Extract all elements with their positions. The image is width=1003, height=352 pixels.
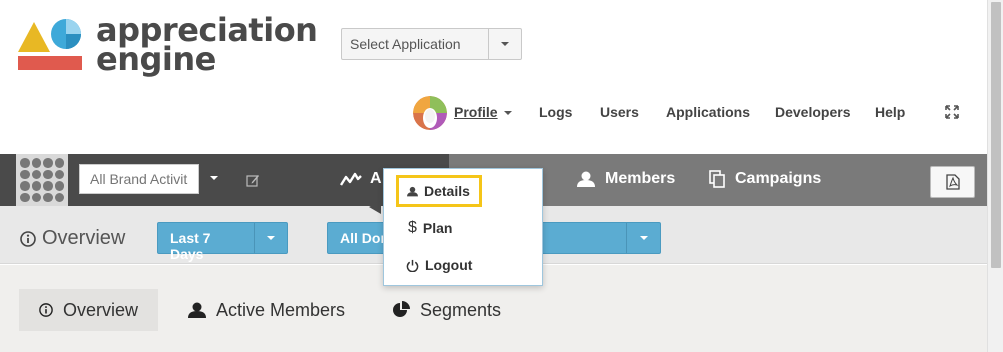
subtab-overview-label: Overview <box>62 299 138 320</box>
user-icon <box>188 302 206 318</box>
select-application-caret[interactable] <box>488 29 521 59</box>
tab-campaigns-label: Campaigns <box>735 170 822 187</box>
menu-item-plan[interactable]: $ Plan <box>408 219 452 237</box>
subtab-segments-label: Segments <box>420 299 502 320</box>
info-icon <box>20 230 36 247</box>
date-range-caret[interactable] <box>254 223 287 253</box>
copy-icon <box>709 170 725 188</box>
menu-item-plan-label: Plan <box>422 220 453 236</box>
select-application-dropdown[interactable]: Select Application <box>341 28 522 60</box>
top-header: appreciation engine Select Application P… <box>0 0 987 154</box>
tab-campaigns[interactable]: Campaigns <box>709 170 821 188</box>
nav-logs[interactable]: Logs <box>539 104 572 120</box>
fullscreen-icon[interactable] <box>945 105 959 119</box>
subtab-active-members[interactable]: Active Members <box>168 289 365 331</box>
dropdown-pointer <box>369 200 381 214</box>
chevron-down-icon <box>639 236 648 240</box>
info-icon <box>39 303 53 317</box>
logo-mark <box>18 19 82 70</box>
brand-thumbnail[interactable] <box>16 154 68 206</box>
date-range-dropdown[interactable]: Last 7 Days <box>157 222 288 262</box>
menu-item-details[interactable]: Details <box>396 175 482 207</box>
tab-activity[interactable]: A <box>340 170 382 188</box>
pie-chart-icon <box>393 301 410 317</box>
chevron-down-icon <box>267 236 275 240</box>
profile-menu-toggle[interactable]: Profile <box>454 104 512 120</box>
pdf-file-icon <box>945 174 960 190</box>
vertical-scrollbar[interactable] <box>987 0 1003 352</box>
tab-activity-label: A <box>370 170 382 187</box>
page-title: Overview <box>20 227 125 250</box>
menu-item-logout[interactable]: Logout <box>406 257 472 273</box>
chevron-down-icon[interactable] <box>210 176 218 180</box>
subtab-active-members-label: Active Members <box>216 299 346 320</box>
power-icon <box>406 259 419 272</box>
chevron-down-icon <box>503 111 512 115</box>
tab-members[interactable]: Members <box>577 170 675 188</box>
subtab-overview[interactable]: Overview <box>19 289 158 331</box>
nav-users[interactable]: Users <box>600 104 639 120</box>
domains-caret[interactable] <box>626 223 660 253</box>
menu-item-logout-label: Logout <box>425 257 473 273</box>
avatar-image <box>413 96 447 130</box>
logo-wordmark: appreciation engine <box>96 14 318 78</box>
dollar-icon: $ <box>408 219 417 236</box>
tab-members-label: Members <box>605 170 676 187</box>
nav-help[interactable]: Help <box>875 104 905 120</box>
activity-icon <box>340 172 362 186</box>
profile-label: Profile <box>454 104 498 120</box>
menu-item-details-label: Details <box>424 183 470 199</box>
scrollbar-thumb[interactable] <box>991 2 1001 268</box>
logo-line-2: engine <box>96 40 216 78</box>
brand-activity-input[interactable] <box>79 164 199 194</box>
nav-applications[interactable]: Applications <box>666 104 750 120</box>
page-title-label: Overview <box>42 227 126 249</box>
edit-icon[interactable] <box>246 173 260 187</box>
profile-dropdown-menu: Details $ Plan Logout <box>383 168 543 286</box>
export-pdf-button[interactable] <box>930 166 975 198</box>
subtab-segments[interactable]: Segments <box>372 289 521 331</box>
brand-logo[interactable]: appreciation engine <box>16 14 318 76</box>
date-range-label: Last 7 Days <box>170 230 211 262</box>
user-icon <box>407 186 418 196</box>
nav-developers[interactable]: Developers <box>775 104 850 120</box>
user-icon <box>577 171 595 187</box>
chevron-down-icon <box>501 42 509 46</box>
select-application-label: Select Application <box>350 36 461 52</box>
avatar[interactable] <box>413 96 447 130</box>
